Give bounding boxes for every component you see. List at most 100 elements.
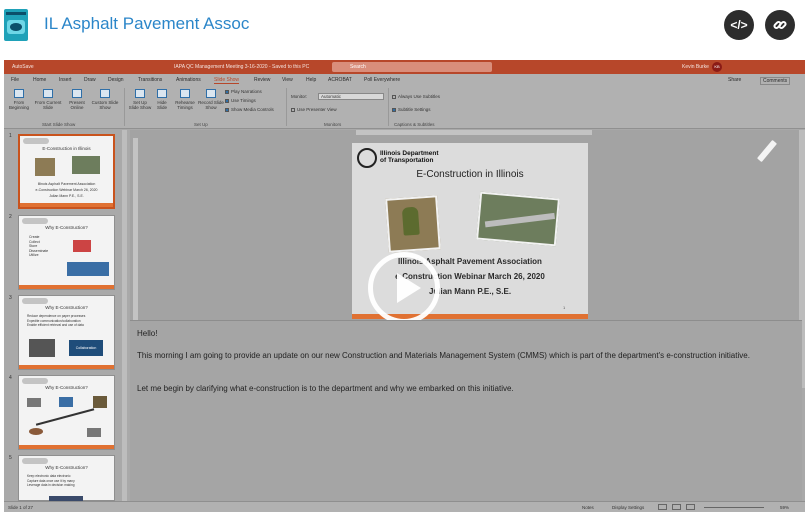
logo-line-2: of Transportation [380,157,434,164]
slide-sorter-button[interactable] [672,504,681,510]
use-presenter-view-checkbox[interactable]: Use Presenter View [291,107,337,112]
thumbnail-accent-bar [19,445,114,449]
set-up-slide-show-button[interactable]: Set Up Slide Show [128,89,152,110]
thumbnail-accent-bar [20,203,113,207]
monitor-label: Monitor: [291,94,308,99]
play-button[interactable] [368,252,440,324]
thumbnail-title: Why E-Construction? [45,305,88,310]
user-avatar[interactable]: KB [712,62,722,72]
reading-view-button[interactable] [686,504,695,510]
slide-thumbnail-3[interactable]: Why E-Construction? Reduce dependence on… [18,295,115,370]
setup-group-label: Set Up [194,122,208,127]
use-timings-checkbox[interactable]: Use Timings [225,98,256,103]
rehearse-timings-button[interactable]: Rehearse Timings [173,89,197,110]
horizontal-ruler [356,130,592,135]
ribbon: From Beginning From Current Slide Presen… [4,85,805,129]
idot-logo-icon [23,138,49,144]
slideshow-current-icon [43,89,53,98]
thumbnail-title: Why E-Construction? [45,225,88,230]
tab-design[interactable]: Design [108,77,124,83]
note-paragraph: This morning I am going to provide an up… [137,351,750,360]
note-paragraph: Let me begin by clarifying what e-constr… [137,384,514,393]
slide-thumbnail-1[interactable]: E-Construction in Illinois Illinois Asph… [18,134,115,209]
setup-icon [135,89,145,98]
laptop-icon [87,428,101,437]
box-icon [93,396,107,408]
rehearse-label: Rehearse Timings [175,100,195,110]
subtitle-settings-button[interactable]: Subtitle Settings [392,107,431,112]
monitor-select[interactable]: Automatic [318,93,384,100]
ribbon-separator [124,88,125,126]
tab-insert[interactable]: Insert [59,77,72,83]
speaker-notes-pane[interactable] [130,320,802,501]
ppt-status-bar: Slide 1 of 27 Notes Display Settings 59% [4,501,805,512]
display-settings-button[interactable]: Display Settings [612,505,644,510]
from-beginning-button[interactable]: From Beginning [7,89,31,110]
thumbnails-scrollbar[interactable] [122,130,127,501]
laptop-icon [27,398,41,407]
tab-help[interactable]: Help [306,77,316,83]
captions-group-label: Captions & Subtitles [394,122,435,127]
papers-photo-thumb [29,339,55,357]
slide-thumbnail-2[interactable]: Why E-Construction? Create Collect Store… [18,215,115,290]
play-narrations-checkbox[interactable]: Play Narrations [225,89,262,94]
start-group-label: Start Slide Show [42,122,76,127]
tab-animations[interactable]: Animations [176,77,201,83]
copy-link-button[interactable] [765,10,795,40]
idot-logo-icon [22,218,48,224]
graphic-thumb [73,240,91,252]
bullet: Utilize [29,253,39,257]
slide-thumbnail-5[interactable]: Why E-Construction? Keep electronic data… [18,455,115,502]
record-slide-show-button[interactable]: Record Slide Show [198,89,224,110]
tab-file[interactable]: File [11,77,19,83]
ppt-search-box[interactable]: Search [332,62,492,72]
presenter-view-label: Use Presenter View [297,107,337,112]
hide-slide-button[interactable]: Hide Slide [153,89,171,110]
tab-slide-show[interactable]: Slide Show [214,77,240,84]
from-current-slide-button[interactable]: From Current Slide [33,89,63,110]
comments-button[interactable]: Comments [760,77,791,85]
always-subtitles-label: Always Use Subtitles [398,94,441,99]
ppt-titlebar: AutoSave IAPA QC Management Meeting 3-16… [4,60,805,74]
logo-line-1: Illinois Department [380,150,439,157]
tab-poll-everywhere[interactable]: Poll Everywhere [364,77,400,83]
present-online-button[interactable]: Present Online [65,89,89,110]
tab-transitions[interactable]: Transitions [138,77,162,83]
thumbnail-number: 1 [9,133,12,139]
site-logo[interactable] [4,9,28,41]
tab-home[interactable]: Home [33,77,46,83]
printer-icon [59,397,73,407]
record-label: Record Slide Show [198,100,224,110]
tab-review[interactable]: Review [254,77,270,83]
worker-photo [385,195,441,253]
slide-thumbnail-4[interactable]: Why E-Construction? [18,375,115,450]
thumbnail-bullets: Reduce dependence on paper processes Exp… [27,314,112,328]
custom-slide-show-button[interactable]: Custom Slide Show [90,89,120,110]
tab-draw[interactable]: Draw [84,77,96,83]
idot-logo-icon [22,298,48,304]
keyboard-photo-thumb [67,262,109,276]
thumbnail-accent-bar [19,285,114,289]
tab-view[interactable]: View [282,77,293,83]
embed-code-button[interactable]: </> [724,10,754,40]
show-media-controls-label: Show Media Controls [231,107,274,112]
normal-view-button[interactable] [658,504,667,510]
share-button[interactable]: Share [728,77,741,83]
video-player[interactable]: AutoSave IAPA QC Management Meeting 3-16… [4,60,805,512]
zoom-slider[interactable] [704,507,764,508]
subtitle-settings-label: Subtitle Settings [398,107,431,112]
thumbnail-title: E-Construction in Illinois [42,146,91,151]
slide-title: E-Construction in Illinois [416,169,524,180]
interchange-photo-thumb [72,156,100,174]
ribbon-separator [286,88,287,126]
tab-acrobat[interactable]: ACROBAT [328,77,352,83]
show-media-controls-checkbox[interactable]: Show Media Controls [225,107,274,112]
play-icon [397,273,421,303]
notes-toggle[interactable]: Notes [582,505,594,510]
site-title[interactable]: IL Asphalt Pavement Assoc [44,14,249,34]
slideshow-start-icon [14,89,24,98]
record-icon [206,89,216,98]
autosave-label[interactable]: AutoSave [12,64,34,70]
always-use-subtitles-checkbox[interactable]: Always Use Subtitles [392,94,440,99]
zoom-level[interactable]: 59% [780,505,789,510]
